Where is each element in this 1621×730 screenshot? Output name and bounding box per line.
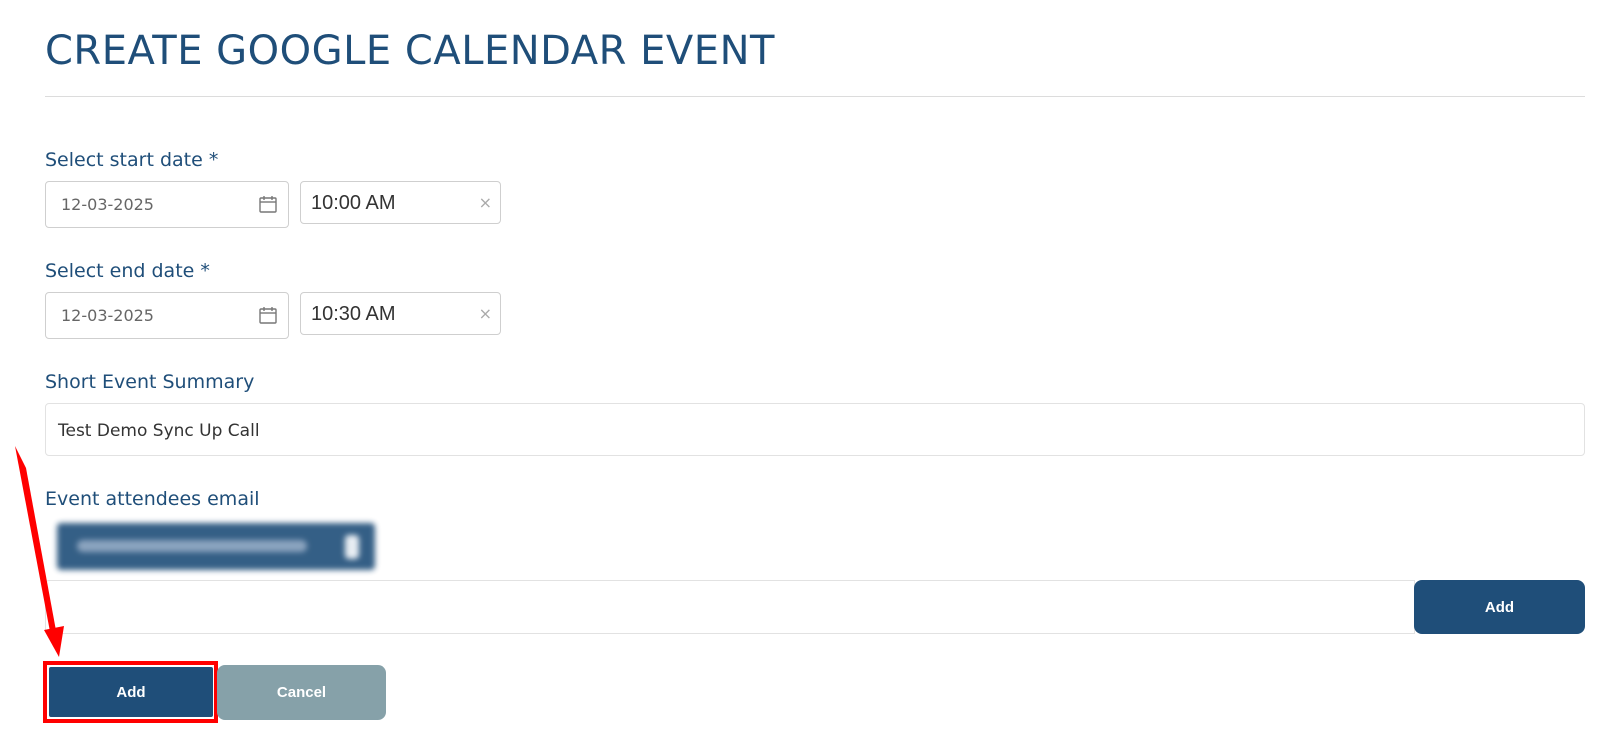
attendee-email-chip[interactable]: [57, 523, 375, 570]
attendees-label: Event attendees email: [45, 488, 260, 510]
clear-icon[interactable]: ×: [479, 304, 492, 324]
end-date-input[interactable]: 12-03-2025: [45, 292, 289, 339]
start-date-input[interactable]: 12-03-2025: [45, 181, 289, 228]
end-time-input[interactable]: 10:30 AM ×: [300, 292, 501, 335]
title-divider: [45, 96, 1585, 97]
summary-input[interactable]: Test Demo Sync Up Call: [45, 403, 1585, 456]
end-date-value: 12-03-2025: [61, 306, 154, 325]
summary-value: Test Demo Sync Up Call: [58, 421, 260, 441]
summary-label: Short Event Summary: [45, 371, 255, 393]
cancel-button[interactable]: Cancel: [217, 665, 386, 720]
add-attendee-button[interactable]: Add: [1414, 580, 1585, 634]
start-time-input[interactable]: 10:00 AM ×: [300, 181, 501, 224]
create-event-page: CREATE GOOGLE CALENDAR EVENT Select star…: [0, 0, 1621, 730]
end-time-value: 10:30 AM: [311, 303, 396, 325]
clear-icon[interactable]: ×: [479, 193, 492, 213]
start-date-label: Select start date *: [45, 149, 219, 171]
add-event-button[interactable]: Add: [49, 667, 213, 717]
attendee-email-input[interactable]: [45, 580, 1415, 634]
redacted-email-text: [77, 540, 307, 552]
start-date-value: 12-03-2025: [61, 195, 154, 214]
chip-remove-icon[interactable]: [345, 535, 359, 559]
calendar-icon[interactable]: [258, 305, 278, 325]
end-date-label: Select end date *: [45, 260, 210, 282]
start-time-value: 10:00 AM: [311, 192, 396, 214]
page-title: CREATE GOOGLE CALENDAR EVENT: [45, 28, 775, 74]
calendar-icon[interactable]: [258, 194, 278, 214]
